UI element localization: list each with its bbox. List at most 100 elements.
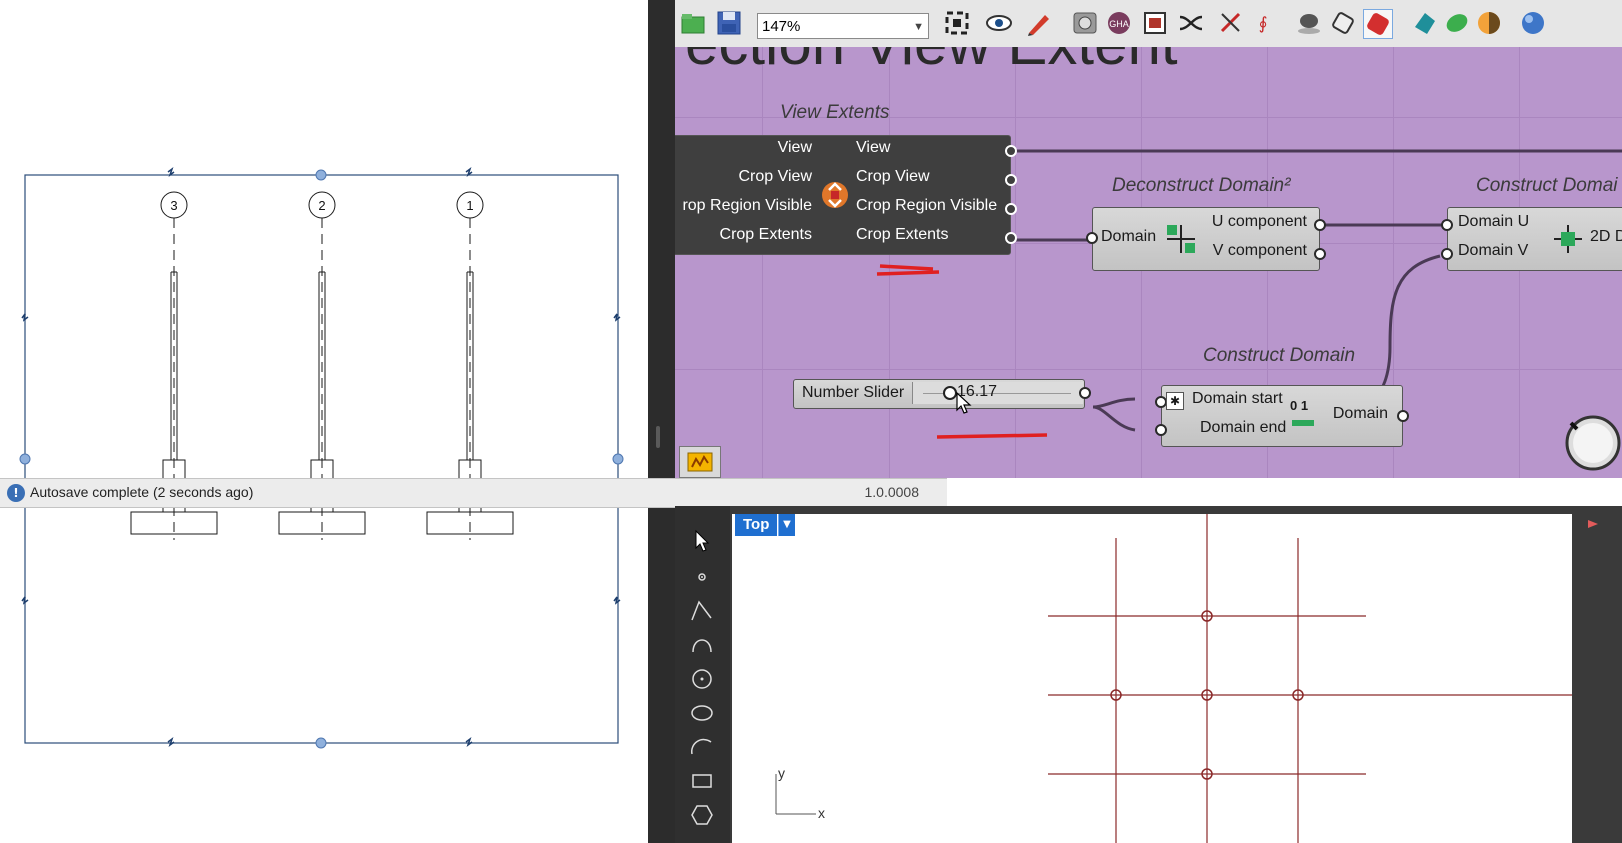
bar-chart-icon <box>687 452 713 472</box>
ellipse-tool-icon[interactable] <box>689 700 715 726</box>
zoom-extents-icon[interactable] <box>943 9 971 37</box>
gridhead-label-2: 2 <box>318 198 325 213</box>
grasshopper-window: 147%▼ GHA ∮ ection View Extent <box>675 0 1622 478</box>
polyline-tool-icon[interactable] <box>689 598 715 624</box>
red-annotation-stroke <box>876 264 940 276</box>
input-view: View <box>777 139 812 156</box>
script-icon[interactable]: ∮ <box>1249 9 1277 37</box>
green-disc-icon[interactable] <box>1443 9 1471 37</box>
splitter-grip[interactable] <box>656 426 660 448</box>
output-crop-region-visible: Crop Region Visible <box>856 197 998 214</box>
selected-preview-icon[interactable] <box>1363 9 1393 39</box>
construct-domain-icon: 0 1 <box>1288 398 1318 432</box>
status-message: Autosave complete (2 seconds ago) <box>30 484 254 500</box>
output-crop-view: Crop View <box>856 168 930 185</box>
rectangle-tool-icon[interactable] <box>689 768 715 794</box>
number-slider[interactable]: Number Slider 16.17 <box>793 379 1091 409</box>
input-domain-u: Domain U <box>1458 213 1530 230</box>
grasshopper-canvas[interactable]: ection View Extent View Extents Deconstr… <box>675 47 1622 478</box>
output-grip[interactable] <box>1005 174 1017 186</box>
output-grip[interactable] <box>1005 145 1017 157</box>
construct-domain-node[interactable]: ✱ Domain start Domain end 0 1 Domain <box>1155 385 1409 447</box>
shade-preview-icon[interactable] <box>1295 9 1323 37</box>
slider-track[interactable]: 16.17 <box>912 382 1083 404</box>
arc-tool-icon[interactable] <box>689 734 715 760</box>
construct-domain2-icon <box>1554 225 1582 253</box>
input-domain-end: Domain end <box>1200 419 1287 436</box>
version-label: 1.0.0008 <box>864 484 920 500</box>
output-grip[interactable] <box>1005 203 1017 215</box>
preview-eye-icon[interactable] <box>985 9 1013 37</box>
info-icon: ! <box>7 484 25 502</box>
group-title-construct-domain2: Construct Domai <box>1476 175 1618 196</box>
input-grip[interactable] <box>1155 424 1167 436</box>
output-grip[interactable] <box>1079 387 1091 399</box>
output-domain: Domain <box>1332 405 1388 422</box>
output-grip[interactable] <box>1397 410 1409 422</box>
open-file-icon[interactable] <box>679 9 707 37</box>
canvas-badge[interactable] <box>679 446 721 478</box>
material-sphere-icon[interactable] <box>1475 9 1503 37</box>
teal-gem-icon[interactable] <box>1411 9 1439 37</box>
render-settings-icon[interactable] <box>1071 9 1099 37</box>
revit-view-icon <box>822 182 848 208</box>
output-u-component: U component <box>1211 213 1307 230</box>
deconstruct-domain-icon <box>1167 225 1195 253</box>
input-domain: Domain <box>1101 228 1157 245</box>
sketch-pen-icon[interactable] <box>1025 9 1053 37</box>
disconnect-wire-icon[interactable] <box>1217 9 1245 37</box>
navigation-wheel-icon[interactable] <box>1563 413 1622 473</box>
select-arrow-icon[interactable] <box>689 528 715 554</box>
construct-domain2-node[interactable]: Domain U Domain V 2D Do <box>1441 207 1622 271</box>
output-grip[interactable] <box>1314 219 1326 231</box>
revit-section-view[interactable]: 3 2 1 <box>0 0 648 843</box>
axis-y-label: y <box>778 765 785 781</box>
curve-tool-icon[interactable] <box>689 632 715 658</box>
input-domain-v: Domain V <box>1458 242 1529 259</box>
input-crop-region-visible: rop Region Visible <box>682 197 812 214</box>
input-domain-start: Domain start <box>1192 390 1283 407</box>
slider-label: Number Slider <box>802 384 905 401</box>
construct-domain-icon-text: 0 1 <box>1290 398 1309 413</box>
image-capture-icon[interactable] <box>1141 9 1169 37</box>
output-crop-extents: Crop Extents <box>856 226 949 243</box>
panel-edge-icon[interactable] <box>1585 516 1601 532</box>
output-grip[interactable] <box>1314 248 1326 260</box>
wireframe-preview-icon[interactable] <box>1329 9 1357 37</box>
crop-grip-left <box>19 453 31 465</box>
section-drawing: 3 2 1 <box>19 166 624 749</box>
rhino-window: Top ▼ y x <box>675 506 1622 843</box>
gridhead-label-1: 1 <box>466 198 473 213</box>
input-grip[interactable] <box>1441 248 1453 260</box>
output-view: View <box>856 139 891 156</box>
crop-grip-top <box>315 169 327 181</box>
grasshopper-toolbar: 147% ▼ GHA ∮ <box>675 0 1622 48</box>
zoom-select[interactable]: 147% ▼ <box>757 13 929 39</box>
rhino-tool-sidebar <box>675 506 730 843</box>
input-grip[interactable] <box>1441 219 1453 231</box>
gridhead-label-3: 3 <box>170 198 177 213</box>
rhino-top-viewport[interactable]: Top ▼ y x <box>732 514 1572 843</box>
svg-text:GHA: GHA <box>1109 19 1129 29</box>
view-extents-node[interactable]: View Crop View rop Region Visible Crop E… <box>675 135 1017 255</box>
input-crop-view: Crop View <box>738 168 812 185</box>
status-bar: ! Autosave complete (2 seconds ago) 1.0.… <box>0 478 947 508</box>
group-title-deconstruct-domain: Deconstruct Domain² <box>1112 175 1291 196</box>
gha-plugin-icon[interactable]: GHA <box>1105 9 1133 37</box>
circle-tool-icon[interactable] <box>689 666 715 692</box>
save-file-icon[interactable] <box>715 9 743 37</box>
output-2d-domain: 2D Do <box>1590 228 1622 245</box>
panel-divider[interactable] <box>648 0 675 843</box>
expression-icon[interactable]: ✱ <box>1166 392 1184 410</box>
crop-break-marks <box>21 166 621 748</box>
axis-x-label: x <box>818 805 825 821</box>
viewport-geometry: y x <box>775 514 1572 843</box>
polygon-tool-icon[interactable] <box>689 802 715 828</box>
point-tool-icon[interactable] <box>689 564 715 590</box>
output-grip[interactable] <box>1005 232 1017 244</box>
wire-display-icon[interactable] <box>1177 9 1205 37</box>
deconstruct-domain-node[interactable]: Domain U component V component <box>1086 207 1326 271</box>
blue-sphere-icon[interactable] <box>1519 9 1547 37</box>
input-crop-extents: Crop Extents <box>719 226 812 243</box>
input-grip[interactable] <box>1086 232 1098 244</box>
